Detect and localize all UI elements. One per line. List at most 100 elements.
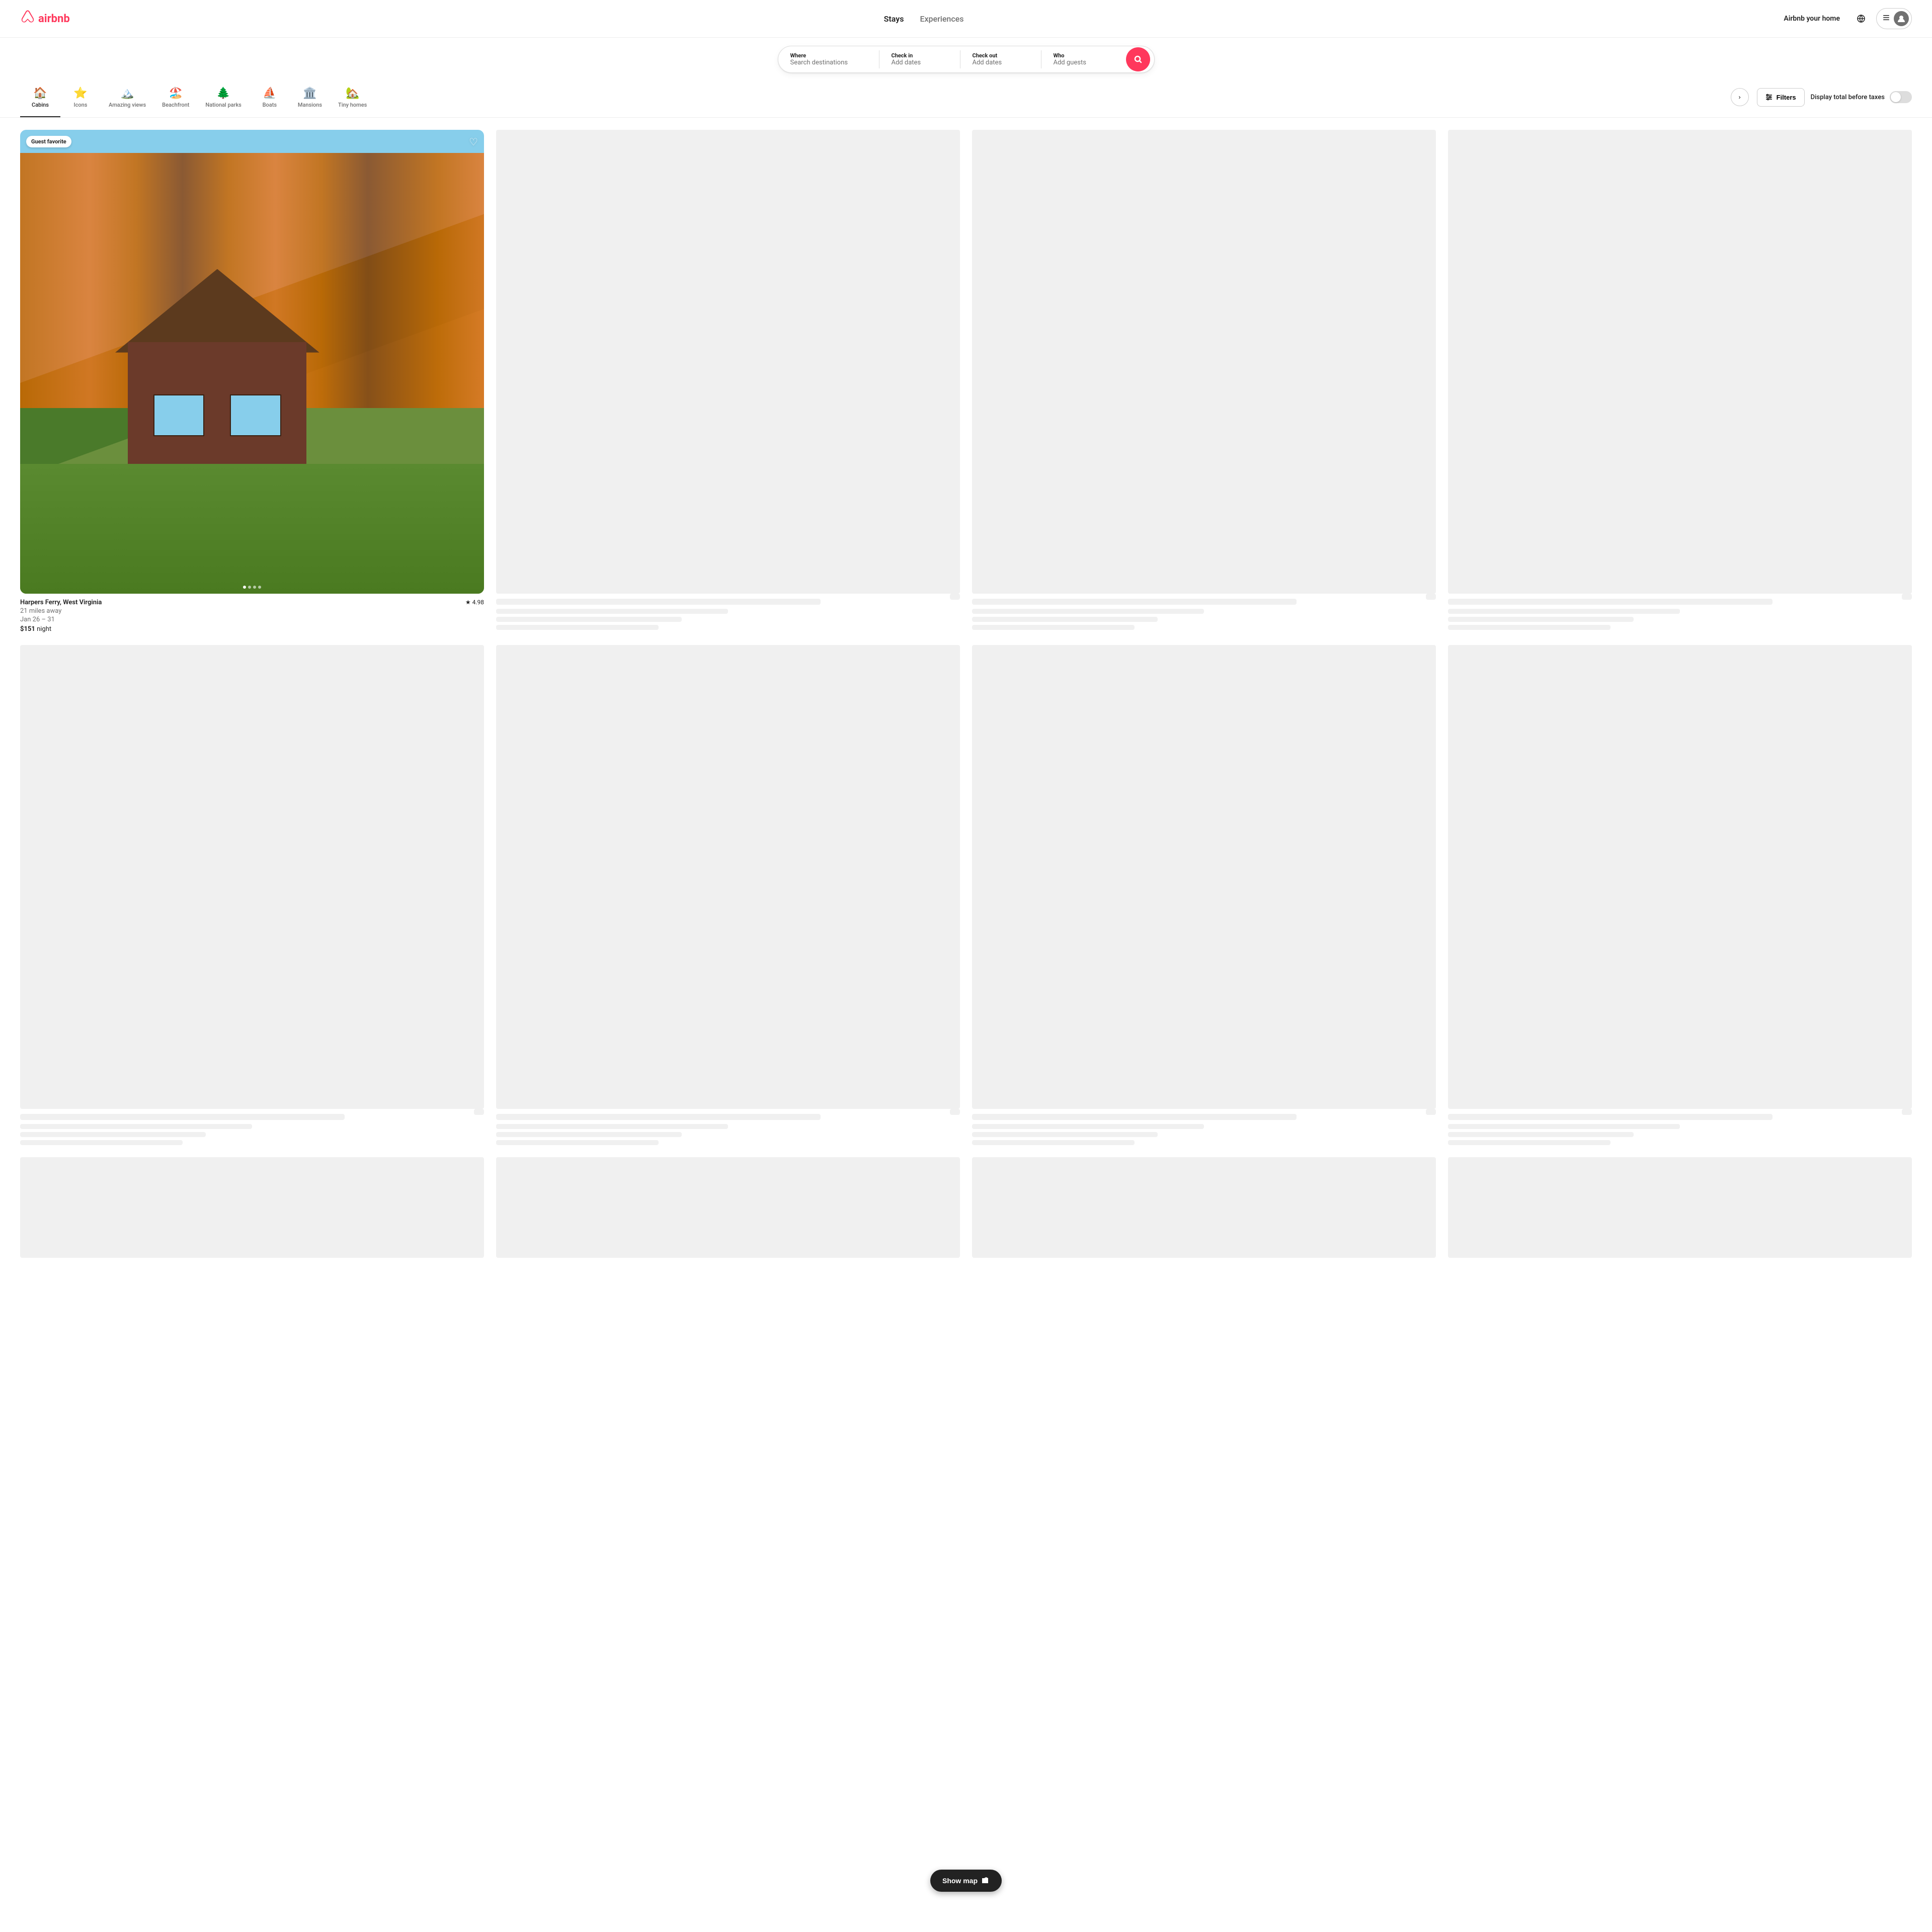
listing-card-skeleton-10: [972, 1157, 1436, 1258]
chevron-right-button[interactable]: ›: [1731, 88, 1749, 106]
listing-image: Guest favorite ♡: [20, 130, 484, 594]
skeleton-price: [972, 1140, 1135, 1145]
header: airbnb Stays Experiences Airbnb your hom…: [0, 0, 1932, 38]
category-icon-national-parks: 🌲: [216, 87, 230, 100]
skeleton-rating: [1902, 1109, 1912, 1115]
category-label-beachfront: Beachfront: [162, 102, 189, 108]
skeleton-sub1: [20, 1124, 252, 1129]
listing-info: Harpers Ferry, West Virginia ★ 4.98 21 m…: [20, 594, 484, 633]
hamburger-icon: [1883, 14, 1890, 23]
category-label-national-parks: National parks: [205, 102, 241, 108]
nav-right: Airbnb your home: [1778, 8, 1912, 29]
skeleton-sub2: [972, 1132, 1158, 1137]
category-icon-tiny-homes: 🏡: [346, 87, 359, 100]
taxes-toggle: Display total before taxes: [1811, 91, 1912, 103]
skeleton-image: [496, 1157, 960, 1258]
listing-card-skeleton-4: [20, 645, 484, 1145]
listing-card-skeleton-3: [1448, 130, 1912, 633]
skeleton-rating: [1426, 594, 1436, 600]
checkout-section[interactable]: Check out Add dates: [960, 46, 1041, 72]
skeleton-rating: [950, 1109, 960, 1115]
skeleton-image: [972, 130, 1436, 594]
category-item-national-parks[interactable]: 🌲 National parks: [197, 83, 249, 117]
category-item-icons[interactable]: ⭐ Icons: [60, 83, 101, 117]
filters-label: Filters: [1777, 94, 1796, 101]
search-bar-container: Where Search destinations Check in Add d…: [0, 38, 1932, 73]
listing-card-skeleton-5: [496, 645, 960, 1145]
checkin-value[interactable]: Add dates: [892, 59, 948, 66]
listing-card-skeleton-11: [1448, 1157, 1912, 1258]
category-icon-beachfront: 🏖️: [169, 87, 183, 100]
checkout-value[interactable]: Add dates: [973, 59, 1029, 66]
skeleton-sub2: [496, 617, 682, 622]
logo-text: airbnb: [38, 13, 70, 25]
user-menu[interactable]: [1876, 8, 1912, 29]
taxes-toggle-switch[interactable]: [1890, 91, 1912, 103]
skeleton-image: [20, 1157, 484, 1258]
search-button[interactable]: [1126, 47, 1150, 71]
category-icon-icons: ⭐: [73, 87, 87, 100]
avatar: [1894, 11, 1909, 26]
category-label-amazing-views: Amazing views: [109, 102, 146, 108]
dot-2: [248, 586, 251, 589]
taxes-label: Display total before taxes: [1811, 94, 1885, 101]
skeleton-sub1: [972, 1124, 1204, 1129]
skeleton-sub2: [1448, 1132, 1634, 1137]
category-item-mansions[interactable]: 🏛️ Mansions: [290, 83, 330, 117]
who-value[interactable]: Add guests: [1054, 59, 1110, 66]
where-input[interactable]: Search destinations: [790, 59, 867, 66]
filters-button[interactable]: Filters: [1757, 88, 1805, 107]
category-label-mansions: Mansions: [298, 102, 322, 108]
show-map-label: Show map: [942, 1877, 978, 1885]
listing-card-skeleton-9: [496, 1157, 960, 1258]
language-button[interactable]: [1852, 10, 1870, 28]
skeleton-price: [496, 1140, 659, 1145]
search-bar: Where Search destinations Check in Add d…: [778, 46, 1155, 73]
listing-card-featured[interactable]: Guest favorite ♡ Harpers Ferry, West Vir…: [20, 130, 484, 633]
dot-3: [253, 586, 256, 589]
category-item-beachfront[interactable]: 🏖️ Beachfront: [154, 83, 197, 117]
checkout-label: Check out: [973, 52, 1029, 59]
skeleton-image: [972, 1157, 1436, 1258]
skeleton-image: [20, 645, 484, 1109]
listing-title: Harpers Ferry, West Virginia: [20, 599, 102, 606]
wishlist-button[interactable]: ♡: [469, 136, 478, 148]
category-label-tiny-homes: Tiny homes: [338, 102, 367, 108]
dot-1: [243, 586, 246, 589]
category-bar: 🏠 Cabins ⭐ Icons 🏔️ Amazing views 🏖️ Bea…: [0, 73, 1932, 118]
checkin-section[interactable]: Check in Add dates: [879, 46, 960, 72]
where-section[interactable]: Where Search destinations: [778, 46, 879, 72]
nav-experiences[interactable]: Experiences: [920, 14, 963, 24]
listings-grid: Guest favorite ♡ Harpers Ferry, West Vir…: [20, 130, 1912, 1258]
skeleton-sub2: [1448, 617, 1634, 622]
listings-container: Guest favorite ♡ Harpers Ferry, West Vir…: [0, 118, 1932, 1270]
skeleton-image: [1448, 130, 1912, 594]
skeleton-price: [20, 1140, 183, 1145]
category-label-boats: Boats: [263, 102, 277, 108]
skeleton-image: [1448, 645, 1912, 1109]
category-label-icons: Icons: [74, 102, 88, 108]
skeleton-sub1: [496, 1124, 728, 1129]
airbnb-home-button[interactable]: Airbnb your home: [1778, 11, 1846, 27]
category-icon-cabins: 🏠: [33, 87, 47, 100]
category-item-tiny-homes[interactable]: 🏡 Tiny homes: [330, 83, 375, 117]
category-item-boats[interactable]: ⛵ Boats: [250, 83, 290, 117]
skeleton-sub1: [496, 609, 728, 614]
category-icon-mansions: 🏛️: [303, 87, 316, 100]
who-section[interactable]: Who Add guests: [1041, 46, 1122, 72]
skeleton-image: [496, 130, 960, 594]
skeleton-image: [972, 645, 1436, 1109]
skeleton-rating: [1902, 594, 1912, 600]
skeleton-image: [496, 645, 960, 1109]
skeleton-sub2: [496, 1132, 682, 1137]
checkin-label: Check in: [892, 52, 948, 59]
nav-stays[interactable]: Stays: [884, 14, 904, 24]
show-map-button[interactable]: Show map: [930, 1870, 1002, 1892]
star-icon: ★: [465, 599, 471, 606]
listing-card-skeleton-1: [496, 130, 960, 633]
category-item-cabins[interactable]: 🏠 Cabins: [20, 83, 60, 117]
skeleton-rating: [950, 594, 960, 600]
skeleton-sub2: [20, 1132, 206, 1137]
category-item-amazing-views[interactable]: 🏔️ Amazing views: [101, 83, 154, 117]
logo[interactable]: airbnb: [20, 10, 70, 28]
